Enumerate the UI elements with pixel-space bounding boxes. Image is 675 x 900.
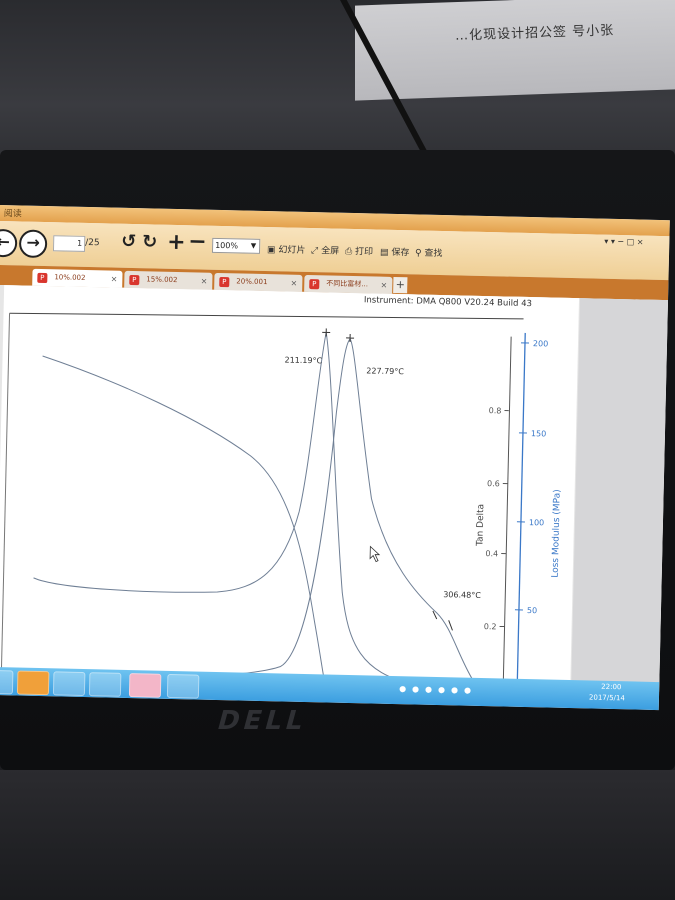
clock-time: 22:00 <box>601 682 622 692</box>
tan-delta-tick-label: 0.4 <box>485 549 498 558</box>
peak-label-2: 227.79°C <box>366 366 404 376</box>
tab-15[interactable]: P 15%.002 × <box>124 270 213 290</box>
zoom-in-icon[interactable]: + <box>167 230 186 255</box>
pdf-icon: P <box>129 274 140 286</box>
window-title: 阅读 <box>3 209 22 220</box>
loss-modulus-tick-label: 200 <box>533 339 548 348</box>
rotate-left-icon[interactable]: ↺ <box>121 231 137 252</box>
taskbar-app-5[interactable] <box>166 673 200 699</box>
zoom-select[interactable]: 100% ▼ <box>211 237 261 254</box>
pdf-icon: P <box>219 276 230 288</box>
print-button[interactable]: ⎙ 打印 <box>345 244 373 258</box>
document-page: Instrument: DMA Q800 V20.24 Build 43 0.2… <box>0 285 580 691</box>
taskbar-app-reader[interactable] <box>16 670 50 696</box>
taskbar-app-start[interactable] <box>0 669 14 695</box>
close-icon[interactable]: × <box>290 275 297 292</box>
save-label: 保存 <box>391 247 410 259</box>
forward-button[interactable]: → <box>18 229 48 259</box>
taskbar-app-explorer[interactable] <box>52 671 86 697</box>
print-icon: ⎙ <box>344 246 353 258</box>
page-total: /25 <box>85 237 100 249</box>
tan-delta-tick-label: 0.8 <box>489 406 502 415</box>
fullscreen-label: 全屏 <box>320 246 340 257</box>
fullscreen-button[interactable]: ⤢ 全屏 <box>311 243 339 257</box>
loss-modulus-tick-label: 150 <box>531 429 546 438</box>
system-tray-icons[interactable]: ●●●●●● <box>399 684 477 695</box>
find-label: 查找 <box>424 248 443 260</box>
screen: 阅读 ← → 1 /25 ↺ ↻ + − 100% ▼ ▣ 幻灯片 ⤢ 全屏 ⎙… <box>0 205 670 711</box>
plot-left-border <box>0 313 11 678</box>
taskbar-app-4[interactable] <box>128 673 162 698</box>
save-button[interactable]: ▤ 保存 <box>380 245 410 259</box>
tab-label: 不同比富材... <box>326 279 369 289</box>
peak-marker-2 <box>346 333 355 342</box>
print-label: 打印 <box>354 247 374 258</box>
arrow-left-icon: ← <box>0 231 11 252</box>
slideshow-icon: ▣ <box>266 245 276 256</box>
arrow-right-icon: → <box>26 232 41 252</box>
close-icon[interactable]: × <box>380 277 387 294</box>
plot-top-border <box>9 312 524 320</box>
tan-delta-axis <box>502 336 512 689</box>
back-button[interactable]: ← <box>0 228 18 258</box>
tan-delta-curve <box>25 338 486 689</box>
loss-modulus-tick-label: 100 <box>529 518 544 527</box>
slideshow-button[interactable]: ▣ 幻灯片 <box>267 242 306 256</box>
close-icon[interactable]: × <box>200 273 208 290</box>
search-icon: ⚲ <box>414 248 422 259</box>
chevron-down-icon: ▼ <box>250 241 257 250</box>
pdf-icon: P <box>37 272 48 284</box>
tab-label: 20%.001 <box>236 277 268 287</box>
tan-delta-tick-label: 0.2 <box>484 622 497 631</box>
peak-label-1: 211.19°C <box>284 355 322 365</box>
pdf-icon: P <box>309 279 320 290</box>
annotation-label: 306.48°C <box>443 590 481 600</box>
window-controls[interactable]: ▾ ▾ − □ × <box>604 237 643 247</box>
document-viewport: Instrument: DMA Q800 V20.24 Build 43 0.2… <box>0 284 669 693</box>
rotate-right-icon[interactable]: ↻ <box>142 231 158 252</box>
tab-20[interactable]: P 20%.001 × <box>214 272 303 292</box>
zoom-value: 100% <box>215 240 239 251</box>
viewer-margin <box>571 298 669 693</box>
tan-delta-axis-label: Tan Delta <box>475 504 486 547</box>
peak-marker-1 <box>322 328 331 337</box>
storage-modulus-curve <box>42 355 326 685</box>
loss-modulus-axis-label: Loss Modulus (MPa) <box>551 489 563 578</box>
find-button[interactable]: ⚲ 查找 <box>415 245 443 259</box>
tab-label: 10%.002 <box>54 273 86 282</box>
tab-label: 15%.002 <box>146 275 178 285</box>
tan-delta-tick-label: 0.6 <box>487 479 500 488</box>
close-icon[interactable]: × <box>110 271 118 288</box>
desk-surface <box>0 770 675 900</box>
monitor-brand-logo: DELL <box>213 706 311 736</box>
paper-sheet <box>355 0 675 101</box>
page-number-input[interactable]: 1 <box>52 235 86 252</box>
mouse-cursor-icon <box>369 545 381 563</box>
loss-modulus-axis <box>516 332 526 689</box>
save-icon: ▤ <box>379 247 389 258</box>
taskbar-app-3[interactable] <box>88 672 122 697</box>
loss-modulus-tick-label: 50 <box>527 606 537 615</box>
clock-date: 2017/5/14 <box>588 693 625 703</box>
new-tab-button[interactable]: + <box>393 276 408 294</box>
tab-10[interactable]: P 10%.002 × <box>32 268 123 288</box>
zoom-out-icon[interactable]: − <box>188 229 207 254</box>
fullscreen-icon: ⤢ <box>310 246 319 257</box>
slideshow-label: 幻灯片 <box>278 245 306 256</box>
tab-compare[interactable]: P 不同比富材... × <box>304 274 393 294</box>
dma-chart: 0.2 0.4 0.6 0.8 Tan Delta 50 100 150 200 Loss Mod… <box>0 312 563 689</box>
loss-modulus-curve <box>33 332 416 686</box>
